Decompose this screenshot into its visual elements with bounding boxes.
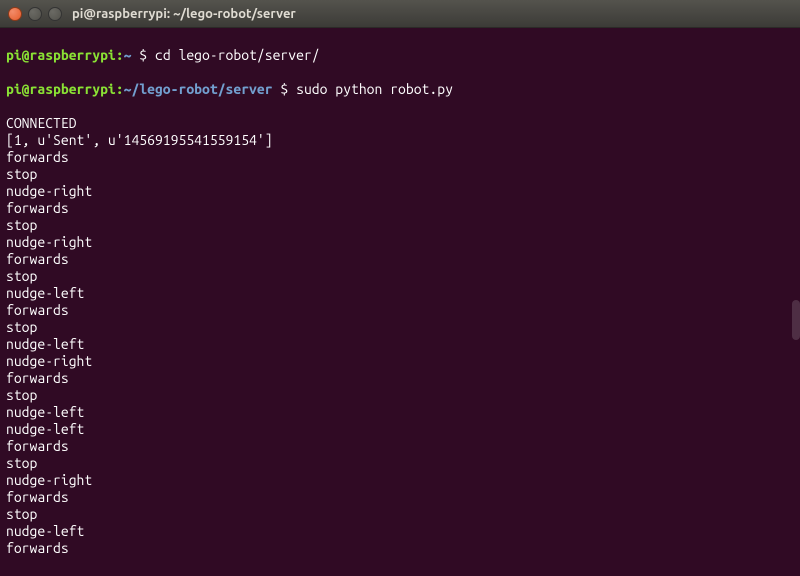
prompt-line: pi@raspberrypi:~ $ cd lego-robot/server/ xyxy=(6,47,794,64)
output-line: forwards xyxy=(6,149,794,166)
maximize-icon[interactable] xyxy=(48,7,62,21)
output-line: stop xyxy=(6,506,794,523)
output-line: nudge-left xyxy=(6,523,794,540)
output-line: forwards xyxy=(6,200,794,217)
output-line: forwards xyxy=(6,251,794,268)
output-line: nudge-right xyxy=(6,472,794,489)
command-text: cd lego-robot/server/ xyxy=(155,47,320,63)
output-line: forwards xyxy=(6,302,794,319)
prompt-sep: : xyxy=(116,81,124,97)
output-line: nudge-right xyxy=(6,183,794,200)
prompt-user: pi@raspberrypi xyxy=(6,47,116,63)
output-line: stop xyxy=(6,319,794,336)
command-text: sudo python robot.py xyxy=(296,81,453,97)
output-line: forwards xyxy=(6,438,794,455)
terminal-area[interactable]: pi@raspberrypi:~ $ cd lego-robot/server/… xyxy=(0,28,800,576)
output-line: stop xyxy=(6,166,794,183)
output-line: nudge-right xyxy=(6,353,794,370)
output-line: nudge-right xyxy=(6,234,794,251)
output-line: forwards xyxy=(6,489,794,506)
output-lines: CONNECTED[1, u'Sent', u'1456919554155915… xyxy=(6,115,794,557)
close-icon[interactable] xyxy=(8,7,22,21)
window-controls xyxy=(8,7,62,21)
output-line: nudge-left xyxy=(6,421,794,438)
output-line: CONNECTED xyxy=(6,115,794,132)
output-line: nudge-left xyxy=(6,336,794,353)
window-title: pi@raspberrypi: ~/lego-robot/server xyxy=(72,7,296,21)
output-line: forwards xyxy=(6,540,794,557)
prompt-path: ~/lego-robot/server xyxy=(124,81,273,97)
output-line: nudge-left xyxy=(6,285,794,302)
prompt-user: pi@raspberrypi xyxy=(6,81,116,97)
output-line: forwards xyxy=(6,370,794,387)
output-line: [1, u'Sent', u'14569195541559154'] xyxy=(6,132,794,149)
output-line: stop xyxy=(6,268,794,285)
output-line: nudge-left xyxy=(6,404,794,421)
prompt-dollar: $ xyxy=(131,47,155,63)
output-line: stop xyxy=(6,217,794,234)
prompt-line: pi@raspberrypi:~/lego-robot/server $ sud… xyxy=(6,81,794,98)
output-line: stop xyxy=(6,387,794,404)
prompt-dollar: $ xyxy=(273,81,297,97)
window-titlebar: pi@raspberrypi: ~/lego-robot/server xyxy=(0,0,800,28)
minimize-icon[interactable] xyxy=(28,7,42,21)
output-line: stop xyxy=(6,455,794,472)
scrollbar-thumb[interactable] xyxy=(792,300,800,340)
prompt-sep: : xyxy=(116,47,124,63)
